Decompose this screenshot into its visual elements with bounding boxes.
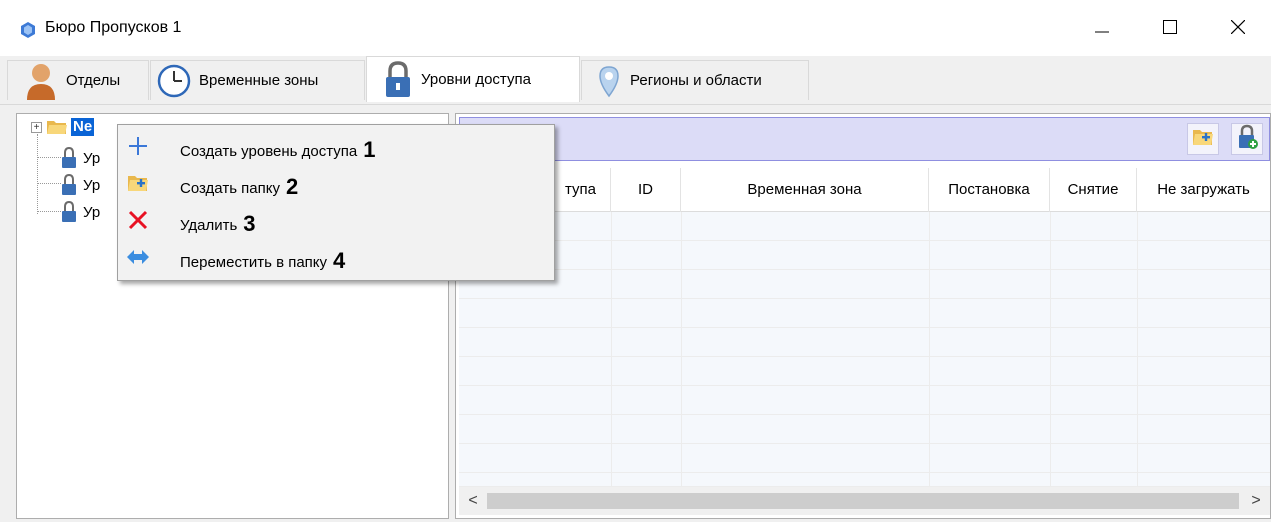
delete-x-icon [126,208,150,232]
scroll-right-button[interactable]: > [1246,491,1266,511]
lock-icon [61,174,77,196]
tab-label: Отделы [66,72,121,89]
add-folder-icon [126,171,150,195]
horizontal-scrollbar[interactable]: < > [459,487,1270,515]
tab-label: Регионы и области [630,72,762,89]
minimize-icon [1095,20,1109,38]
add-access-level-button[interactable] [1231,123,1263,155]
tree-item-label: Ур [83,176,101,194]
column-divider [929,212,930,487]
clock-icon [157,64,191,98]
access-level-details: тупа ID Временная зона Постановка Снятие… [455,113,1271,519]
add-folder-button[interactable] [1187,123,1219,155]
tab-time-zones[interactable]: Временные зоны [150,60,365,100]
column-header-do-not-load[interactable]: Не загружать [1137,168,1270,212]
tree-item[interactable]: Ур [61,174,100,196]
column-divider [1050,212,1051,487]
move-arrows-icon [126,245,150,269]
window-title: Бюро Пропусков 1 [45,19,182,36]
menu-item-label: Создать уровень доступа [180,143,358,160]
tab-content-border [0,104,1271,105]
table-row[interactable] [459,299,1270,328]
column-header-arming[interactable]: Постановка [929,168,1050,212]
location-pin-icon [596,64,622,98]
table-row[interactable] [459,241,1270,270]
tab-regions[interactable]: Регионы и области [581,60,809,100]
grid-body[interactable] [459,212,1270,487]
minimize-button[interactable] [1079,10,1125,48]
column-header-id[interactable]: ID [611,168,681,212]
close-icon [1230,19,1246,38]
callout-number: 3 [243,211,256,236]
add-access-level-icon [1236,124,1258,154]
table-row[interactable] [459,328,1270,357]
callout-number: 4 [333,248,346,273]
table-row[interactable] [459,386,1270,415]
folder-open-icon [46,118,68,136]
grid-header: тупа ID Временная зона Постановка Снятие… [459,168,1270,212]
lock-icon [383,60,413,99]
table-row[interactable] [459,444,1270,473]
callout-number: 2 [286,174,299,199]
tree-connector [37,183,61,184]
scroll-left-button[interactable]: < [463,491,483,511]
tab-label: Уровни доступа [421,71,531,88]
tab-departments[interactable]: Отделы [7,60,149,100]
tree-connector [37,134,38,214]
tab-strip: Отделы Временные зоны Уровни доступа Рег… [0,56,1271,106]
tab-label: Временные зоны [199,72,319,89]
tree-connector [37,211,61,212]
tree-item-label: Ур [83,149,101,167]
menu-item-delete[interactable]: Удалить 3 [120,203,552,237]
lock-icon [61,147,77,169]
column-header-disarming[interactable]: Снятие [1050,168,1137,212]
callout-number: 1 [363,137,376,162]
maximize-icon [1163,20,1177,38]
tree-item-label: Ур [83,203,101,221]
menu-item-label: Создать папку [180,180,280,197]
menu-item-create-folder[interactable]: Создать папку 2 [120,166,552,200]
tree-item[interactable]: Ур [61,147,100,169]
column-divider [611,212,612,487]
menu-item-create-access-level[interactable]: Создать уровень доступа 1 [120,129,552,163]
table-row[interactable] [459,212,1270,241]
lock-icon [61,201,77,223]
table-row[interactable] [459,473,1270,487]
person-icon [24,62,58,100]
title-bar: Бюро Пропусков 1 [0,0,1271,56]
table-row[interactable] [459,270,1270,299]
column-header-time-zone[interactable]: Временная зона [681,168,929,212]
tree-item[interactable]: Ур [61,201,100,223]
plus-icon [126,134,150,158]
menu-item-label: Переместить в папку [180,254,328,271]
add-folder-icon [1192,127,1214,151]
tree-connector [37,157,61,158]
scroll-thumb[interactable] [487,493,1239,509]
tab-access-levels[interactable]: Уровни доступа [366,56,580,102]
toolbar [459,117,1270,161]
maximize-button[interactable] [1147,10,1193,48]
app-icon [20,22,36,38]
expand-icon[interactable]: + [31,121,42,133]
table-row[interactable] [459,415,1270,444]
context-menu: Создать уровень доступа 1 Создать папку 2 … [117,124,555,281]
column-divider [681,212,682,487]
tree-root-node[interactable]: + Ne [31,116,95,138]
tree-root-label: Ne [71,118,95,136]
table-row[interactable] [459,357,1270,386]
close-button[interactable] [1215,10,1261,48]
menu-item-move-to-folder[interactable]: Переместить в папку 4 [120,240,552,274]
column-divider [1137,212,1138,487]
menu-item-label: Удалить [180,217,238,234]
